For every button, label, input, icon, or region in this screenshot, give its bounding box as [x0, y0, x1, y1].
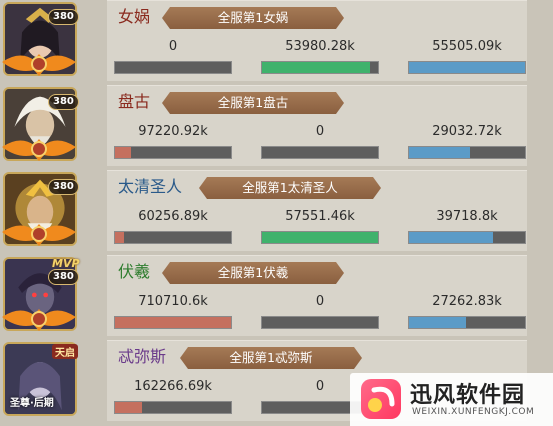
stat-value-1: 162266.69k: [134, 379, 212, 394]
stat-bar-1: [114, 231, 232, 244]
stat-bar-2: [261, 61, 379, 74]
stat-value-2: 53980.28k: [285, 39, 355, 54]
stats-panel: 盘古 全服第1盘古 97220.92k 0 29032.72k: [107, 85, 527, 166]
tianqi-badge: 天启: [52, 344, 78, 359]
server-rank-banner: 全服第1忒弥斯: [180, 347, 362, 369]
stats-panel: 女娲 全服第1女娲 0 53980.28k 55505.09k: [107, 0, 527, 81]
rank-wing-emblem-icon: [2, 54, 76, 76]
level-badge: 380: [48, 179, 79, 195]
stat-value-2: 0: [315, 294, 325, 309]
site-title: 迅风软件园: [410, 383, 526, 408]
server-rank-banner: 全服第1伏羲: [162, 262, 344, 284]
stat-value-1: 60256.89k: [138, 209, 208, 224]
stat-bar-1: [114, 316, 232, 329]
level-badge: 380: [48, 9, 79, 25]
server-rank-banner: 全服第1盘古: [162, 92, 344, 114]
stat-value-1: 0: [168, 39, 178, 54]
site-logo-icon: [361, 379, 401, 419]
level-badge: 380: [48, 269, 79, 285]
hero-name: 忒弥斯: [118, 347, 167, 366]
rank-wing-emblem-icon: [2, 224, 76, 246]
stat-value-2: 57551.46k: [285, 209, 355, 224]
stat-value-2: 0: [315, 124, 325, 139]
stat-bar-3: [408, 61, 526, 74]
stat-bar-1: [114, 401, 232, 414]
hero-name: 盘古: [118, 92, 151, 111]
rank-row-fuxi[interactable]: MVP 380 伏羲 全服第1伏羲 710710.6k 0 27262.83k: [0, 255, 553, 337]
stat-value-3: 39718.8k: [436, 209, 498, 224]
stat-bar-2: [261, 146, 379, 159]
server-rank-banner: 全服第1女娲: [162, 7, 344, 29]
site-watermark: 迅风软件园 WEIXIN.XUNFENGKJ.COM: [350, 373, 553, 426]
stat-value-3: 29032.72k: [432, 124, 502, 139]
stat-bar-2: [261, 316, 379, 329]
stats-panel: 伏羲 全服第1伏羲 710710.6k 0 27262.83k: [107, 255, 527, 336]
stat-bar-3: [408, 316, 526, 329]
hero-name: 伏羲: [118, 262, 151, 281]
rank-row-taiqing[interactable]: 380 太清圣人 全服第1太清圣人 60256.89k 57551.46k 39…: [0, 170, 553, 252]
stat-bar-3: [408, 146, 526, 159]
stat-value-3: 55505.09k: [432, 39, 502, 54]
stat-value-1: 97220.92k: [138, 124, 208, 139]
hero-name: 女娲: [118, 7, 151, 26]
hero-name: 太清圣人: [118, 177, 183, 196]
stat-bar-3: [408, 231, 526, 244]
rank-wing-emblem-icon: [2, 309, 76, 331]
stats-panel: 太清圣人 全服第1太清圣人 60256.89k 57551.46k 39718.…: [107, 170, 527, 251]
stat-bar-1: [114, 146, 232, 159]
stat-value-3: 27262.83k: [432, 294, 502, 309]
rank-row-nuwa[interactable]: 380 女娲 全服第1女娲 0 53980.28k 55505.09k: [0, 0, 553, 82]
realm-stage-label: 圣尊·后期: [10, 398, 54, 409]
level-badge: 380: [48, 94, 79, 110]
server-rank-banner: 全服第1太清圣人: [199, 177, 381, 199]
stat-bar-2: [261, 231, 379, 244]
rank-row-pangu[interactable]: 380 盘古 全服第1盘古 97220.92k 0 29032.72k: [0, 85, 553, 167]
stat-bar-1: [114, 61, 232, 74]
site-url: WEIXIN.XUNFENGKJ.COM: [412, 407, 535, 417]
stat-value-1: 710710.6k: [138, 294, 208, 309]
rank-wing-emblem-icon: [2, 139, 76, 161]
